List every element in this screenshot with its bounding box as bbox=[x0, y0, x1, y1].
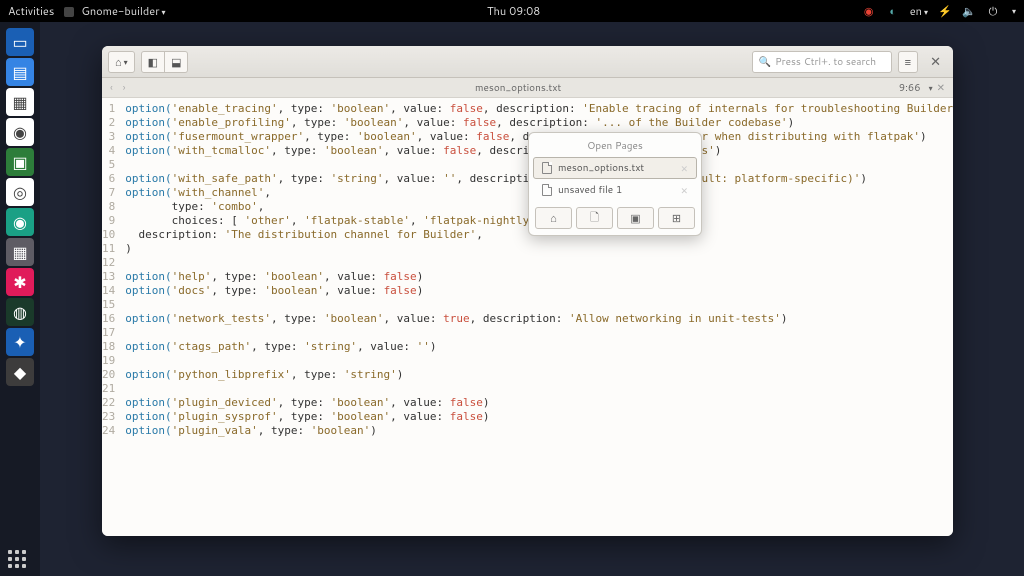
popover-new-file-button[interactable]: 🗋 bbox=[576, 207, 613, 229]
open-file-title[interactable]: meson_options.txt bbox=[138, 81, 899, 95]
open-page-label: unsaved file 1 bbox=[558, 183, 622, 197]
home-button[interactable]: ⌂▾ bbox=[108, 51, 135, 73]
dock-navigator[interactable]: ✦ bbox=[6, 328, 34, 356]
nav-back-button[interactable]: ‹ bbox=[110, 81, 113, 95]
headerbar: ⌂▾ ◧ ⬓ 🔍 Press Ctrl+. to search ≡ ✕ bbox=[102, 46, 953, 78]
dock-candy[interactable]: ✱ bbox=[6, 268, 34, 296]
dock-globe[interactable]: ◍ bbox=[6, 298, 34, 326]
close-page-button[interactable]: ✕ bbox=[680, 162, 688, 175]
hamburger-menu[interactable]: ≡ bbox=[898, 51, 918, 73]
tab-close-button[interactable]: ✕ bbox=[937, 81, 945, 95]
open-page-label: meson_options.txt bbox=[558, 161, 644, 175]
popover-split-button[interactable]: ▣ bbox=[617, 207, 654, 229]
dock-inkscape[interactable]: ◆ bbox=[6, 358, 34, 386]
clock[interactable]: Thu 09:08 bbox=[166, 3, 862, 19]
search-icon: 🔍 bbox=[759, 55, 771, 69]
document-icon bbox=[542, 162, 552, 174]
activities-button[interactable]: Activities bbox=[8, 3, 54, 19]
popover-home-button[interactable]: ⌂ bbox=[535, 207, 572, 229]
builder-window: ⌂▾ ◧ ⬓ 🔍 Press Ctrl+. to search ≡ ✕ ‹ › … bbox=[102, 46, 953, 536]
dock-spiral[interactable]: ◉ bbox=[6, 208, 34, 236]
open-page-item[interactable]: meson_options.txt ✕ bbox=[533, 157, 697, 179]
popover-title: Open Pages bbox=[529, 133, 701, 157]
document-icon bbox=[542, 184, 552, 196]
dock-files[interactable]: ▭ bbox=[6, 28, 34, 56]
system-menu-caret[interactable]: ▾ bbox=[1012, 5, 1016, 17]
app-menu[interactable]: Gnome-builder▾ bbox=[64, 3, 165, 19]
show-applications-button[interactable] bbox=[8, 550, 26, 568]
line-number-gutter: 123456789101112131415161718192021222324 bbox=[102, 98, 121, 536]
dock: ▭▤▦◉▣◎◉▦✱◍✦◆ bbox=[0, 22, 40, 576]
chrome-indicator-icon[interactable]: ◉ bbox=[862, 4, 876, 18]
dock-chrome[interactable]: ◉ bbox=[6, 118, 34, 146]
global-search[interactable]: 🔍 Press Ctrl+. to search bbox=[752, 51, 892, 73]
dock-calculator[interactable]: ▦ bbox=[6, 238, 34, 266]
panel-left-toggle[interactable]: ◧ bbox=[141, 51, 165, 73]
gnome-topbar: Activities Gnome-builder▾ Thu 09:08 ◉ ◐ … bbox=[0, 0, 1024, 22]
popover-grid-button[interactable]: ⊞ bbox=[658, 207, 695, 229]
dock-calendar[interactable]: ▦ bbox=[6, 88, 34, 116]
tab-menu-caret[interactable]: ▾ bbox=[929, 82, 933, 94]
window-close-button[interactable]: ✕ bbox=[924, 53, 947, 71]
dock-settings[interactable]: ◎ bbox=[6, 178, 34, 206]
power-icon[interactable]: ⏻ bbox=[986, 4, 1000, 18]
dock-text-editor[interactable]: ▤ bbox=[6, 58, 34, 86]
open-page-item[interactable]: unsaved file 1 ✕ bbox=[533, 179, 697, 201]
network-icon[interactable]: ⚡ bbox=[938, 4, 952, 18]
dock-terminal[interactable]: ▣ bbox=[6, 148, 34, 176]
night-indicator-icon[interactable]: ◐ bbox=[886, 4, 900, 18]
input-language[interactable]: en▾ bbox=[910, 3, 928, 19]
close-page-button[interactable]: ✕ bbox=[680, 184, 688, 197]
open-pages-popover: Open Pages meson_options.txt✕unsaved fil… bbox=[528, 132, 702, 236]
cursor-position: 9:66 bbox=[899, 81, 921, 95]
search-placeholder: Press Ctrl+. to search bbox=[775, 55, 876, 69]
nav-forward-button[interactable]: › bbox=[123, 81, 126, 95]
panel-bottom-toggle[interactable]: ⬓ bbox=[165, 51, 188, 73]
tab-bar: ‹ › meson_options.txt 9:66 ▾ ✕ bbox=[102, 78, 953, 98]
volume-icon[interactable]: 🔈 bbox=[962, 4, 976, 18]
